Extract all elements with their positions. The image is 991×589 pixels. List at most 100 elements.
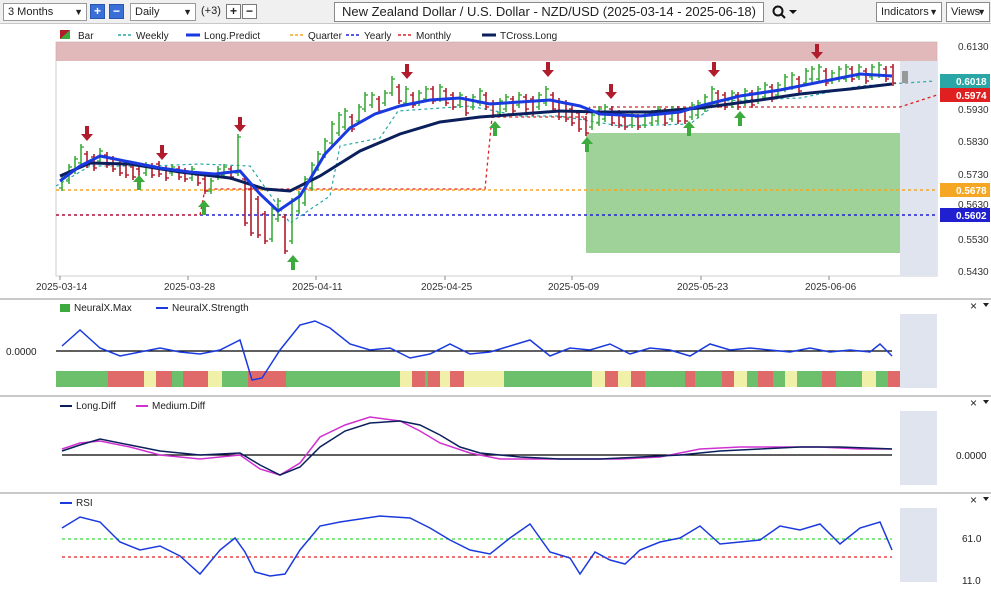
neuralx-max-segment	[695, 371, 722, 387]
date-axis: 2025-03-14 2025-03-28 2025-04-11 2025-04-25…	[36, 276, 857, 293]
legend-label: Weekly	[136, 31, 169, 42]
neuralx-max-segment	[773, 371, 785, 387]
price-axis: 0.6130 0.6018 0.5974 0.5930 0.5830 0.5730 0.56…	[940, 42, 990, 278]
diff-collapse-icon[interactable]	[983, 400, 989, 404]
price-tag-label: 0.5602	[956, 211, 987, 222]
date-axis-label: 2025-03-28	[164, 282, 216, 293]
indicator-remove-button[interactable]: −	[242, 4, 257, 19]
neuralx-max-segment	[734, 371, 747, 387]
future-zone	[900, 314, 937, 388]
rsi-legend: RSI	[60, 498, 93, 509]
neuralx-max-segment	[440, 371, 450, 387]
views-menu[interactable]: Views ▼	[946, 2, 990, 22]
toolbar: 3 Months ▼ + − Daily ▼ (+3) + − New Zealan…	[0, 0, 991, 24]
indicator-add-button[interactable]: +	[226, 4, 241, 19]
medium-diff-line	[61, 416, 892, 476]
price-axis-label: 0.6130	[958, 42, 989, 53]
future-zone	[900, 411, 937, 485]
indicators-menu[interactable]: Indicators ▼	[876, 2, 942, 22]
price-axis-label: 0.5830	[958, 137, 989, 148]
search-button[interactable]	[770, 3, 800, 21]
neuralx-max-segment	[822, 371, 836, 387]
chevron-down-icon: ▼	[183, 7, 192, 17]
neuralx-max-segment	[464, 371, 504, 387]
neuralx-max-segment	[450, 371, 464, 387]
chevron-down-icon: ▼	[977, 7, 986, 17]
chevron-down-icon: ▼	[74, 7, 83, 17]
future-zone	[900, 61, 937, 276]
future-zone	[900, 508, 937, 582]
symbol-title[interactable]: New Zealand Dollar / U.S. Dollar - NZD/U…	[334, 2, 764, 22]
neuralx-max-segment	[428, 371, 440, 387]
main-price-chart[interactable]: Bar Weekly Long.Predict Quarter Yearly Monthl…	[0, 26, 991, 298]
legend-label: NeuralX.Max	[74, 303, 132, 314]
neuralx-max-segment	[108, 371, 144, 387]
neuralx-max-segment	[876, 371, 888, 387]
plot-area	[55, 41, 938, 277]
neuralx-max-segment	[156, 371, 172, 387]
resistance-band	[56, 42, 937, 61]
neuralx-max-segment	[144, 371, 156, 387]
rsi-panel[interactable]: RSI 61.0 11.0 ×	[0, 494, 991, 589]
legend-label: NeuralX.Strength	[172, 303, 249, 314]
date-axis-label: 2025-06-06	[805, 282, 857, 293]
legend-label: Medium.Diff	[152, 401, 205, 412]
long-diff-line	[61, 420, 893, 476]
diff-close-icon[interactable]: ×	[970, 397, 977, 410]
current-bar-marker	[902, 71, 908, 83]
neuralx-max-segment	[605, 371, 618, 387]
period-select-value: 3 Months	[8, 6, 54, 18]
price-tag-label: 0.5678	[956, 186, 987, 197]
neuralx-collapse-icon[interactable]	[983, 303, 989, 307]
date-axis-label: 2025-05-23	[677, 282, 729, 293]
neuralx-panel[interactable]: NeuralX.Max NeuralX.Strength 0.0000 ×	[0, 300, 991, 394]
neuralx-max-segment	[797, 371, 822, 387]
neuralx-max-segment	[56, 371, 108, 387]
neuralx-max-segment	[836, 371, 862, 387]
indicators-label: Indicators	[881, 6, 929, 18]
neuralx-max-segment	[425, 371, 428, 387]
neuralx-max-segment	[183, 371, 208, 387]
neuralx-axis-label: 0.0000	[6, 347, 37, 358]
period-select[interactable]: 3 Months ▼	[3, 3, 87, 21]
neuralx-max-segment	[785, 371, 797, 387]
neuralx-max-segment	[208, 371, 222, 387]
rsi-line	[61, 515, 893, 577]
legend-label: Monthly	[416, 31, 451, 42]
diff-panel[interactable]: Long.Diff Medium.Diff 0.0000 ×	[0, 397, 991, 492]
price-axis-label: 0.5530	[958, 235, 989, 246]
neuralx-max-segment	[618, 371, 631, 387]
legend-swatch	[60, 304, 70, 312]
neuralx-max-segment	[400, 371, 412, 387]
date-axis-label: 2025-04-25	[421, 282, 473, 293]
interval-select[interactable]: Daily ▼	[130, 3, 196, 21]
rsi-collapse-icon[interactable]	[983, 497, 989, 501]
price-axis-label: 0.5430	[958, 267, 989, 278]
date-axis-label: 2025-05-09	[548, 282, 600, 293]
neuralx-max-segment	[286, 371, 400, 387]
price-tag-label: 0.5974	[956, 91, 987, 102]
neuralx-max-segment	[222, 371, 248, 387]
support-zone	[586, 133, 937, 253]
legend-label: Long.Diff	[76, 401, 116, 412]
legend-label: TCross.Long	[500, 31, 557, 42]
neuralx-legend: NeuralX.Max NeuralX.Strength	[60, 303, 249, 314]
legend-label: RSI	[76, 498, 93, 509]
diff-axis-label: 0.0000	[956, 451, 987, 462]
search-icon	[772, 5, 797, 19]
period-decrease-button[interactable]: −	[109, 4, 124, 19]
neuralx-max-segment	[412, 371, 425, 387]
price-axis-label: 0.5730	[958, 170, 989, 181]
period-increase-button[interactable]: +	[90, 4, 105, 19]
neuralx-close-icon[interactable]: ×	[970, 300, 977, 313]
neuralx-max-segment	[722, 371, 734, 387]
legend-label: Long.Predict	[204, 31, 260, 42]
diff-legend: Long.Diff Medium.Diff	[60, 401, 205, 412]
price-axis-label: 0.5930	[958, 105, 989, 116]
rsi-close-icon[interactable]: ×	[970, 494, 977, 507]
neuralx-max-segment	[172, 371, 183, 387]
neuralx-max-segment	[504, 371, 592, 387]
neuralx-max-segment	[862, 371, 876, 387]
price-tag-label: 0.6018	[956, 77, 987, 88]
neuralx-plot	[56, 314, 937, 388]
